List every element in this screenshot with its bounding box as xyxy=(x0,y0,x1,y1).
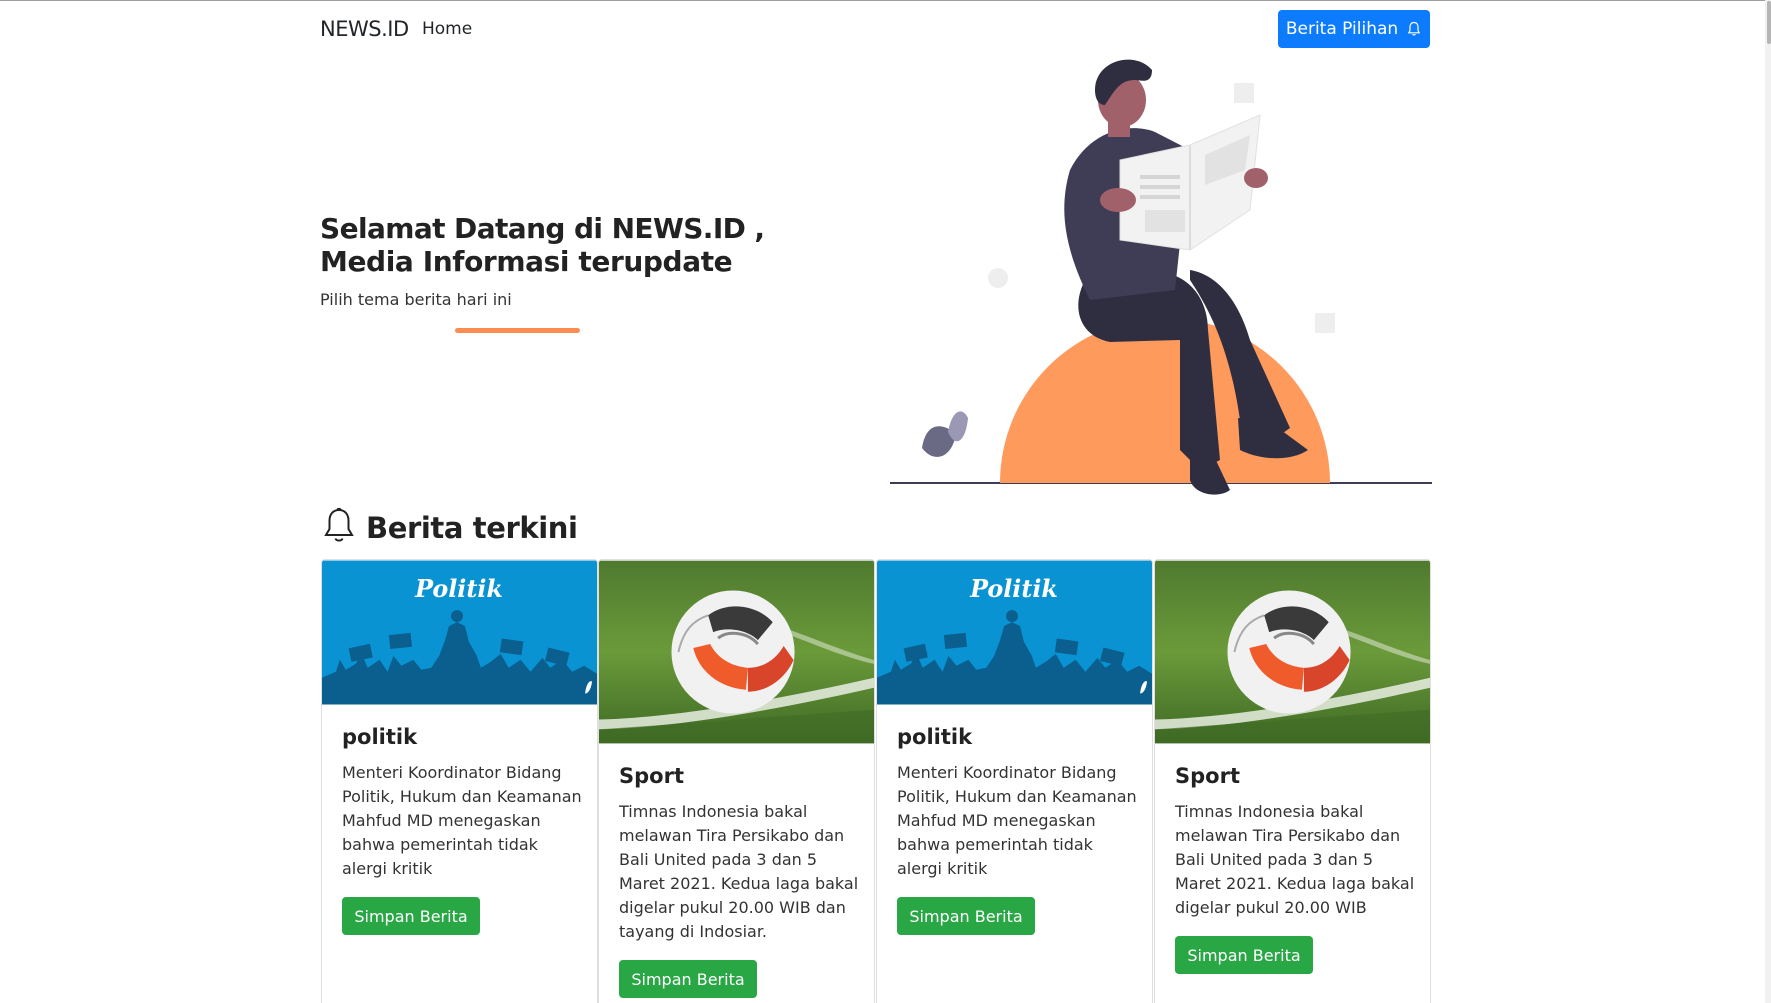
news-card: Politik politik Menteri Koordinator Bida… xyxy=(321,559,598,1003)
simpan-berita-button[interactable]: Simpan Berita xyxy=(342,897,480,935)
hero-title: Selamat Datang di NEWS.ID , xyxy=(320,212,765,245)
card-body: Sport Timnas Indonesia bakal melawan Tir… xyxy=(1155,764,1430,974)
berita-pilihan-label: Berita Pilihan xyxy=(1285,19,1399,39)
card-text: Menteri Koordinator Bidang Politik, Huku… xyxy=(342,763,582,878)
svg-text:Politik: Politik xyxy=(969,575,1058,603)
scrollbar[interactable] xyxy=(1765,0,1771,1003)
card-body: politik Menteri Koordinator Bidang Polit… xyxy=(322,725,597,935)
bell-icon xyxy=(324,507,354,542)
simpan-berita-button[interactable]: Simpan Berita xyxy=(1175,936,1313,974)
hero-tagline: Pilih tema berita hari ini xyxy=(320,290,512,309)
card-text: Timnas Indonesia bakal melawan Tira Pers… xyxy=(619,802,859,941)
section-title: Berita terkini xyxy=(366,511,578,545)
news-card: Sport Timnas Indonesia bakal melawan Tir… xyxy=(1154,559,1431,1003)
card-title: politik xyxy=(342,725,418,749)
soccer-ball-image xyxy=(1155,560,1430,744)
card-title: politik xyxy=(897,725,973,749)
hero-subtitle: Media Informasi terupdate xyxy=(320,245,733,278)
svg-text:Politik: Politik xyxy=(414,575,503,603)
section-heading: Berita terkini xyxy=(322,507,578,545)
card-title: Sport xyxy=(1175,764,1240,788)
news-cards: Politik politik Menteri Koordinator Bida… xyxy=(321,559,1431,1003)
man-reading-newspaper-illustration xyxy=(890,59,1432,495)
scrollbar-thumb[interactable] xyxy=(1767,1,1771,44)
card-title: Sport xyxy=(619,764,684,788)
politik-banner-image: Politik xyxy=(877,560,1152,705)
card-text: Timnas Indonesia bakal melawan Tira Pers… xyxy=(1175,802,1415,917)
news-card: Politik politik Menteri Koordinator Bida… xyxy=(876,559,1153,1003)
simpan-berita-button[interactable]: Simpan Berita xyxy=(619,960,757,998)
hero-accent-bar xyxy=(455,328,580,333)
berita-pilihan-button[interactable]: Berita Pilihan xyxy=(1278,10,1430,48)
politik-banner-image: Politik xyxy=(322,560,597,705)
bell-icon xyxy=(1407,21,1421,36)
card-body: politik Menteri Koordinator Bidang Polit… xyxy=(877,725,1152,935)
news-card: Sport Timnas Indonesia bakal melawan Tir… xyxy=(598,559,875,1003)
nav-home-link[interactable]: Home xyxy=(422,19,472,39)
soccer-ball-image xyxy=(599,560,874,744)
simpan-berita-button[interactable]: Simpan Berita xyxy=(897,897,1035,935)
card-body: Sport Timnas Indonesia bakal melawan Tir… xyxy=(599,764,874,998)
card-text: Menteri Koordinator Bidang Politik, Huku… xyxy=(897,763,1137,878)
brand-logo[interactable]: NEWS.ID xyxy=(320,17,409,41)
